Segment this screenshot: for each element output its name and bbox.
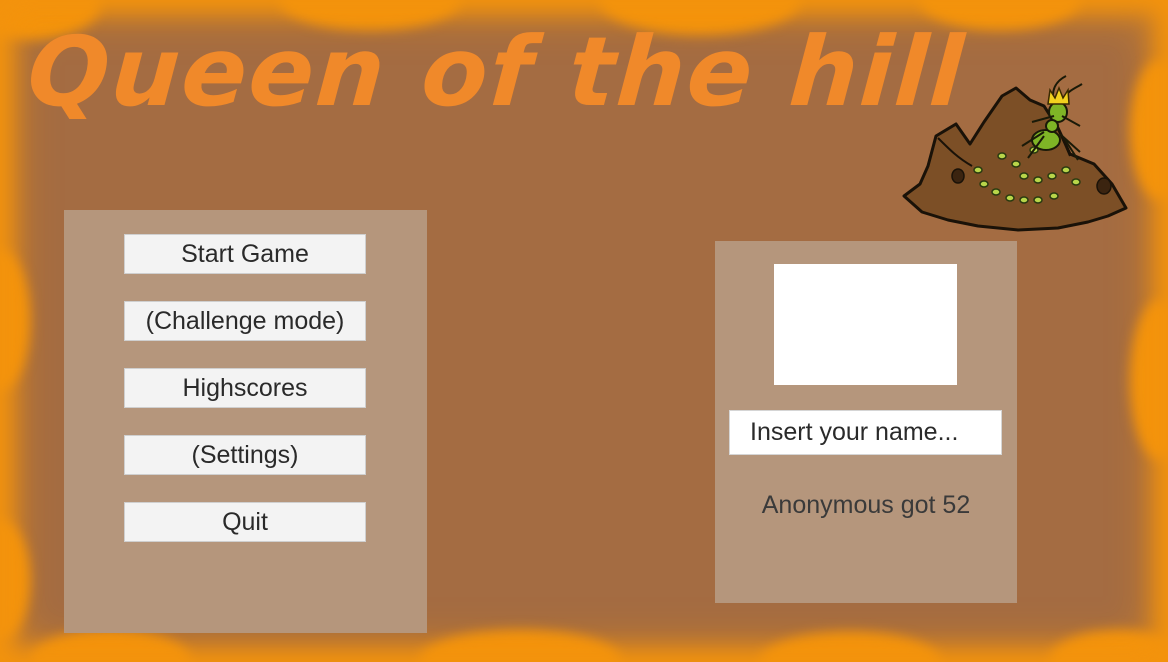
main-menu-panel: Start Game (Challenge mode) Highscores (…	[64, 210, 427, 633]
highscores-button[interactable]: Highscores	[124, 368, 366, 408]
score-panel: Anonymous got 52	[715, 241, 1017, 603]
start-game-button[interactable]: Start Game	[124, 234, 366, 274]
settings-button[interactable]: (Settings)	[124, 435, 366, 475]
quit-button[interactable]: Quit	[124, 502, 366, 542]
challenge-mode-button[interactable]: (Challenge mode)	[124, 301, 366, 341]
player-name-input[interactable]	[729, 410, 1002, 455]
score-result-text: Anonymous got 52	[761, 491, 971, 519]
game-screen: Queen of the hill Start Game (Challenge …	[0, 0, 1168, 662]
player-image-box	[774, 264, 957, 385]
game-title: Queen of the hill	[24, 16, 969, 128]
anthill-queen-ant-icon	[902, 75, 1128, 232]
